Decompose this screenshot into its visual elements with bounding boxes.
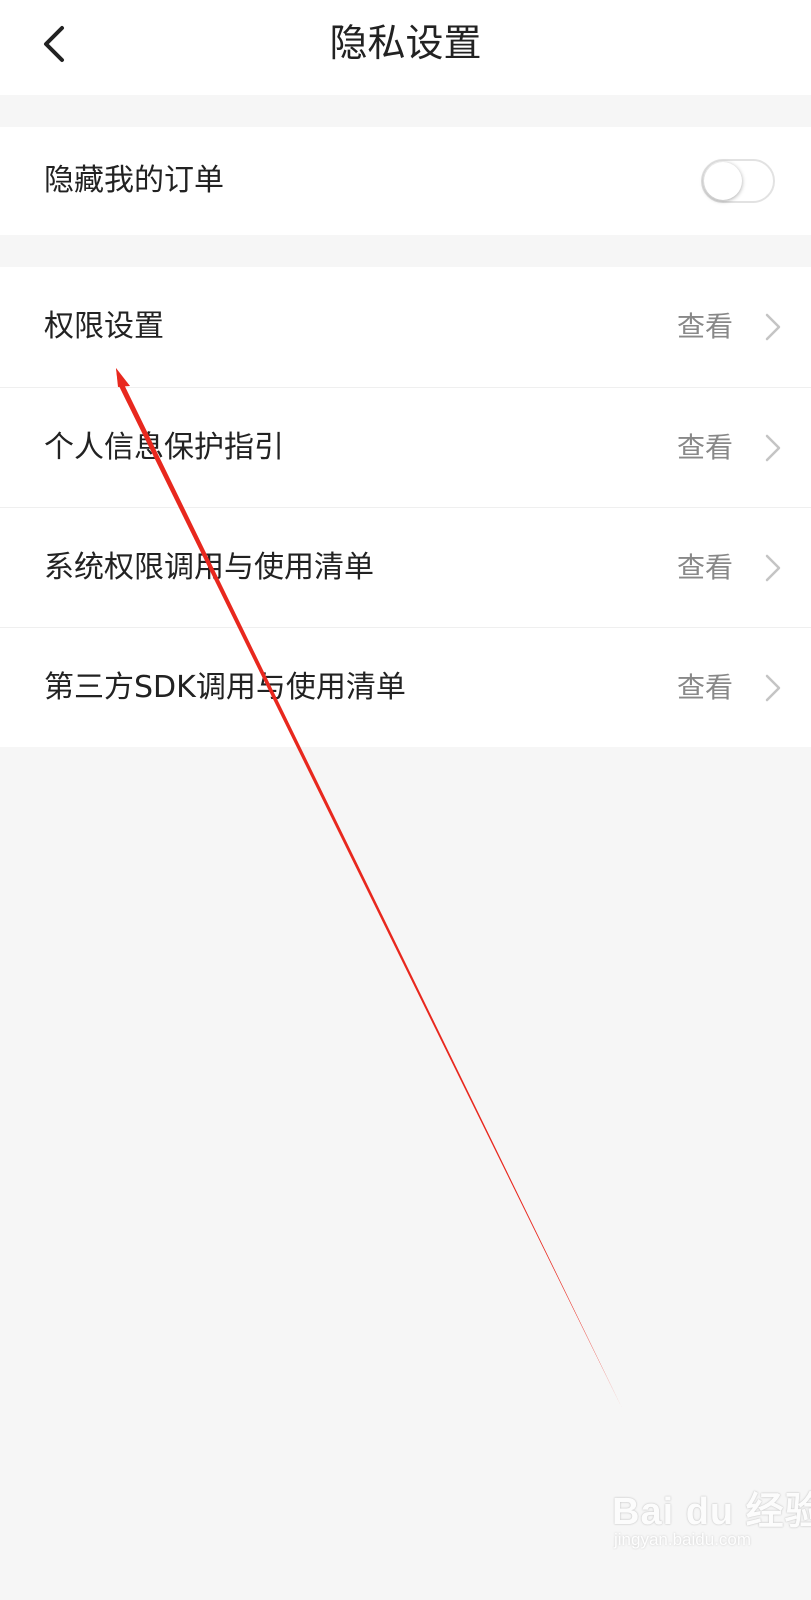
list-item-label: 第三方SDK调用与使用清单 bbox=[44, 670, 406, 705]
watermark: Bai du 经验 jingyan.baidu.com bbox=[612, 1478, 811, 1558]
view-link: 查看 bbox=[676, 551, 733, 584]
watermark-url: jingyan.baidu.com bbox=[614, 1530, 752, 1549]
list-item-label: 个人信息保护指引 bbox=[44, 430, 284, 465]
list-item-permission-settings[interactable]: 权限设置 查看 bbox=[0, 267, 811, 387]
list-item-privacy-guide[interactable]: 个人信息保护指引 查看 bbox=[0, 387, 811, 507]
hide-orders-label: 隐藏我的订单 bbox=[44, 163, 224, 198]
annotation-arrow bbox=[116, 368, 622, 1408]
order-section: 隐藏我的订单 bbox=[0, 127, 811, 235]
list-item-label: 系统权限调用与使用清单 bbox=[44, 550, 374, 585]
view-link: 查看 bbox=[676, 431, 733, 464]
list-item-label: 权限设置 bbox=[44, 309, 164, 344]
chevron-right-icon bbox=[765, 434, 781, 462]
hide-orders-toggle[interactable] bbox=[701, 159, 775, 203]
list-item-third-party-sdk[interactable]: 第三方SDK调用与使用清单 查看 bbox=[0, 627, 811, 747]
settings-list: 权限设置 查看 个人信息保护指引 查看 系统权限调用与使用清单 查看 第三方SD… bbox=[0, 267, 811, 747]
watermark-logo: Bai du 经验 bbox=[612, 1491, 811, 1533]
chevron-right-icon bbox=[765, 313, 781, 341]
nav-header: 隐私设置 bbox=[0, 0, 811, 95]
page-title: 隐私设置 bbox=[329, 21, 482, 65]
toggle-knob bbox=[704, 162, 742, 200]
chevron-right-icon bbox=[765, 674, 781, 702]
chevron-right-icon bbox=[765, 554, 781, 582]
list-item-system-permissions[interactable]: 系统权限调用与使用清单 查看 bbox=[0, 507, 811, 627]
view-link: 查看 bbox=[676, 671, 733, 704]
view-link: 查看 bbox=[676, 310, 733, 343]
hide-orders-row[interactable]: 隐藏我的订单 bbox=[0, 127, 811, 235]
